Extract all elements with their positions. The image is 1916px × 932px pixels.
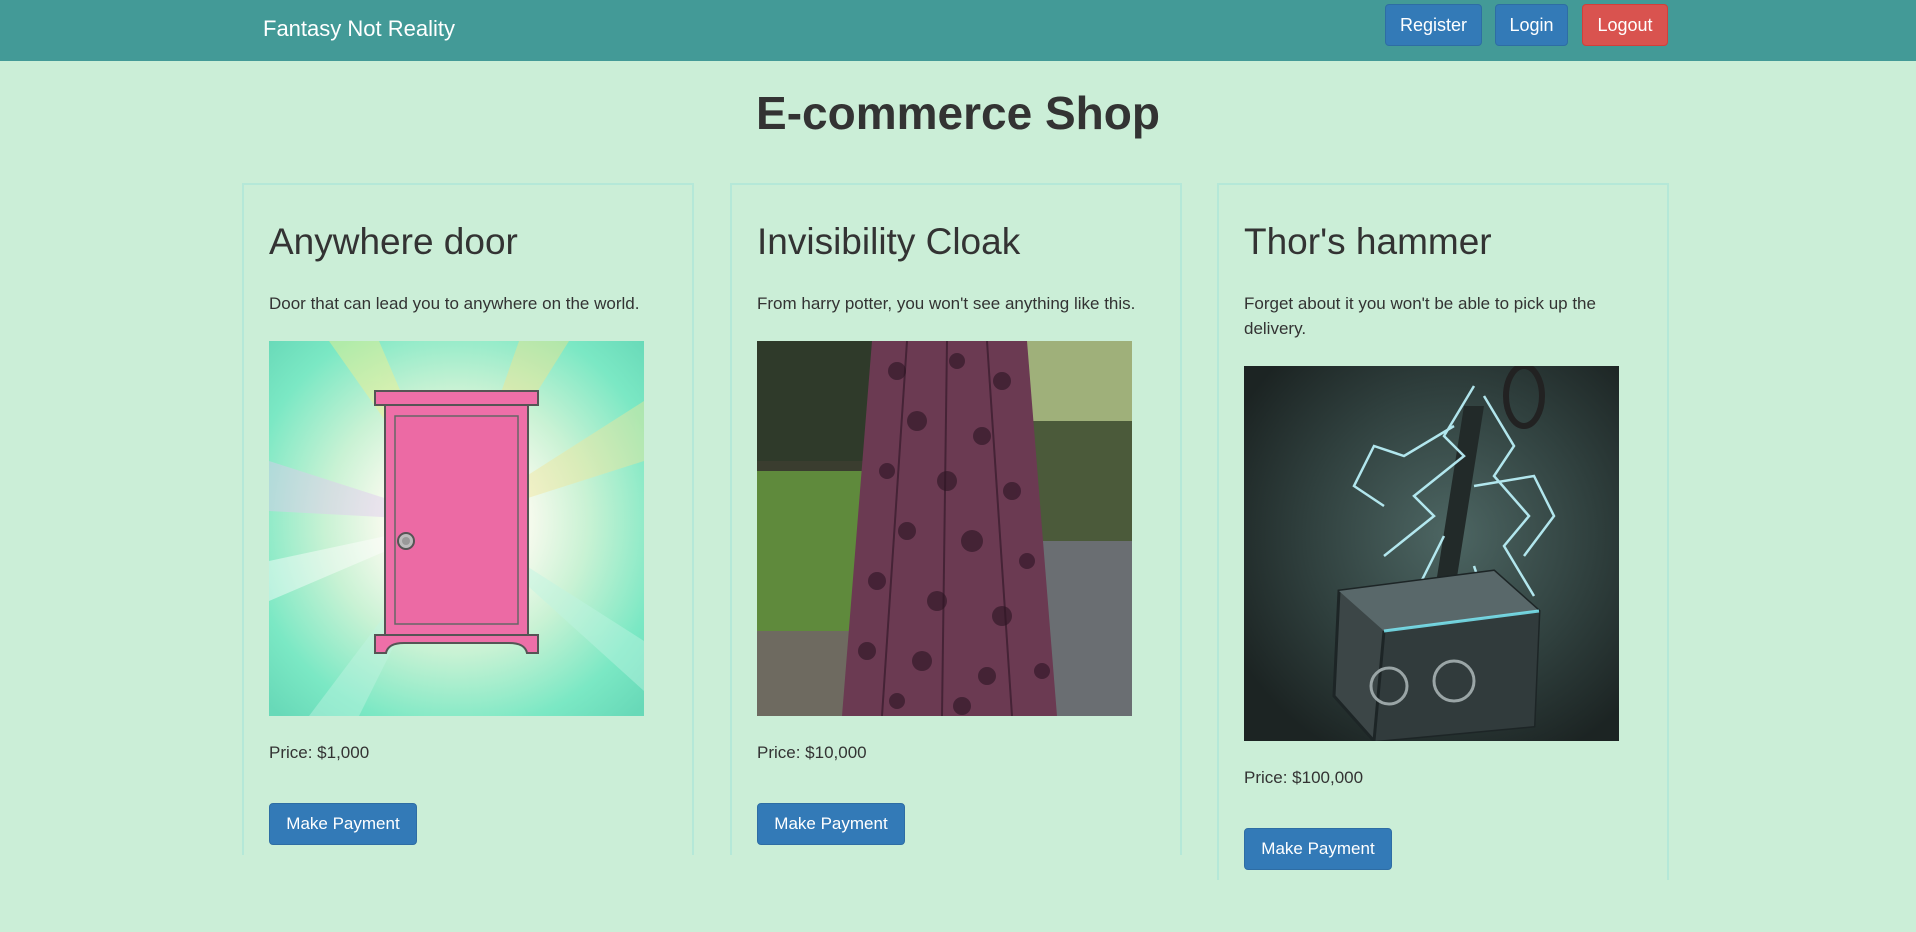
make-payment-button[interactable]: Make Payment (269, 803, 417, 845)
make-payment-button[interactable]: Make Payment (1244, 828, 1392, 870)
product-card: Invisibility Cloak From harry potter, yo… (730, 183, 1182, 855)
product-description: Door that can lead you to anywhere on th… (269, 294, 640, 313)
product-description: Forget about it you won't be able to pic… (1244, 294, 1596, 338)
product-title: Thor's hammer (1244, 221, 1492, 262)
product-title: Anywhere door (269, 221, 518, 262)
make-payment-button[interactable]: Make Payment (757, 803, 905, 845)
product-card: Anywhere door Door that can lead you to … (242, 183, 694, 855)
lightning-hammer-image (1244, 366, 1619, 741)
pink-door-image (269, 341, 644, 716)
product-price: Price: $100,000 (1244, 768, 1364, 787)
login-button[interactable]: Login (1495, 4, 1568, 46)
product-title: Invisibility Cloak (757, 221, 1021, 262)
brand-link[interactable]: Fantasy Not Reality (263, 16, 455, 42)
register-button[interactable]: Register (1385, 4, 1482, 46)
page-title: E-commerce Shop (756, 87, 1160, 139)
top-navbar: Fantasy Not Reality Register Login Logou… (0, 0, 1916, 61)
logout-button[interactable]: Logout (1582, 4, 1668, 46)
product-price: Price: $1,000 (269, 743, 370, 762)
floral-cloak-image (757, 341, 1132, 716)
product-price: Price: $10,000 (757, 743, 867, 762)
product-card: Thor's hammer Forget about it you won't … (1217, 183, 1669, 880)
product-description: From harry potter, you won't see anythin… (757, 294, 1136, 313)
